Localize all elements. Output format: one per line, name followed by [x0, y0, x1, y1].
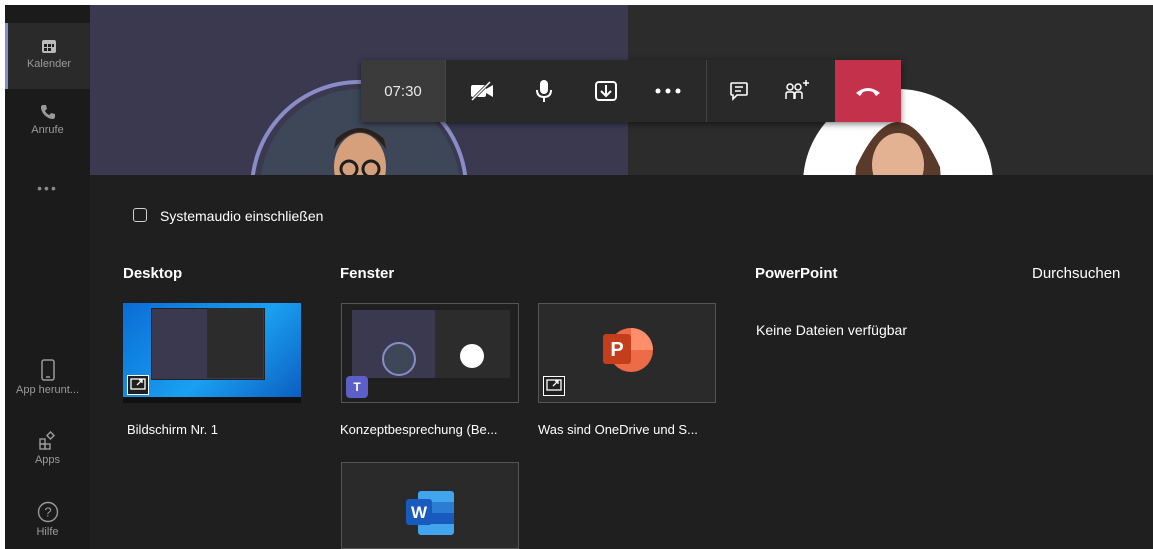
show-conversation-button[interactable]	[713, 60, 765, 122]
mobile-device-icon	[40, 359, 55, 381]
window-thumbnail-powerpoint[interactable]: P	[538, 303, 716, 403]
desktop-item-label: Bildschirm Nr. 1	[127, 422, 219, 437]
rail-label-download: App herunt...	[16, 384, 79, 396]
window-item-label: Was sind OneDrive und S...	[538, 422, 698, 437]
chat-icon	[730, 82, 748, 101]
teams-meeting-window: Kalender Anrufe ••• App herunt... Apps ?…	[5, 5, 1153, 549]
svg-text:P: P	[610, 339, 623, 361]
powerpoint-heading: PowerPoint	[755, 265, 838, 282]
hang-up-button[interactable]	[835, 60, 901, 122]
phone-icon	[40, 105, 55, 119]
window-preview-avatar	[382, 342, 416, 376]
include-system-audio-checkbox[interactable]	[133, 208, 147, 222]
no-files-message: Keine Dateien verfügbar	[756, 322, 907, 338]
rail-item-apps[interactable]: Apps	[5, 431, 90, 466]
share-content-button[interactable]	[580, 60, 632, 122]
svg-text:?: ?	[44, 505, 51, 520]
rail-item-help[interactable]: ? Hilfe	[5, 501, 90, 538]
microphone-icon	[536, 80, 552, 102]
include-system-audio-label: Systemaudio einschließen	[160, 208, 324, 224]
microphone-toggle-button[interactable]	[518, 60, 570, 122]
rail-label-calendar: Kalender	[26, 58, 72, 70]
calendar-icon	[42, 40, 56, 53]
teams-app-icon: T	[346, 376, 368, 398]
svg-text:W: W	[411, 503, 428, 522]
powerpoint-icon: P	[603, 328, 653, 372]
rail-item-download-app[interactable]: App herunt...	[5, 359, 90, 396]
camera-off-icon	[470, 81, 493, 101]
screen-share-icon	[127, 375, 149, 395]
window-item-label: Konzeptbesprechung (Be...	[340, 422, 498, 437]
desktop-screen-thumbnail[interactable]	[123, 303, 301, 403]
window-preview-avatar	[460, 344, 484, 368]
window-heading: Fenster	[340, 265, 395, 282]
more-options-icon	[655, 88, 681, 94]
rail-label-help: Hilfe	[36, 526, 59, 538]
app-rail: Kalender Anrufe ••• App herunt... Apps ?…	[5, 5, 90, 549]
show-participants-button[interactable]	[771, 60, 823, 122]
screen-preview-taskbar	[123, 397, 301, 403]
desktop-heading: Desktop	[123, 265, 183, 282]
window-thumbnail-word[interactable]: W	[341, 462, 519, 549]
call-controls-bar: 07:30	[361, 60, 901, 122]
participants-icon	[785, 80, 809, 99]
screen-preview-tile	[207, 308, 263, 378]
call-duration: 07:30	[361, 60, 445, 122]
help-icon: ?	[37, 501, 58, 523]
video-stage: 07:30	[90, 5, 1153, 175]
more-actions-button[interactable]	[642, 60, 694, 122]
apps-icon	[38, 431, 55, 450]
browse-button[interactable]: Durchsuchen	[1032, 265, 1120, 282]
window-thumbnail-teams[interactable]: T	[341, 303, 519, 403]
share-tray-icon	[595, 81, 617, 101]
rail-item-calls[interactable]: Anrufe	[5, 103, 90, 136]
more-apps-button[interactable]: •••	[5, 180, 90, 196]
more-icon: •••	[37, 180, 58, 196]
rail-item-calendar[interactable]: Kalender	[5, 23, 90, 89]
hang-up-icon	[856, 88, 880, 96]
camera-toggle-button[interactable]	[456, 60, 508, 122]
rail-label-calls: Anrufe	[31, 124, 64, 136]
share-tray: Systemaudio einschließen Desktop Fenster…	[90, 175, 1153, 549]
screen-share-icon	[543, 376, 565, 396]
word-icon: W	[406, 491, 454, 535]
rail-label-apps: Apps	[34, 454, 61, 466]
